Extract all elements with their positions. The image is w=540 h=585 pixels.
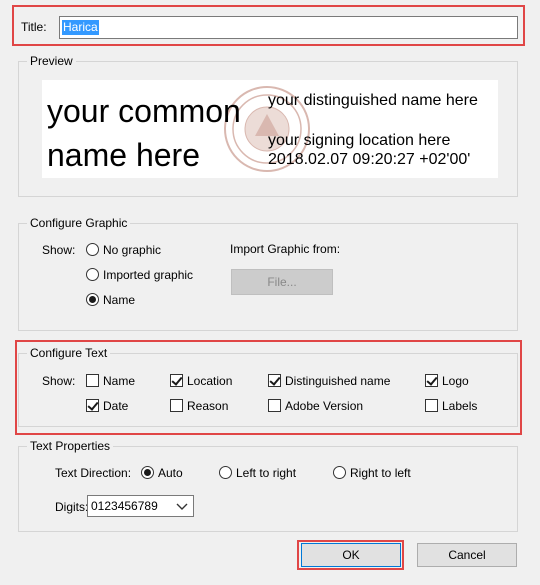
preview-pane: your common name here your distinguished…: [42, 80, 498, 178]
checkbox-logo[interactable]: [425, 374, 438, 387]
checkbox-reason-label: Reason: [187, 399, 229, 413]
checkbox-date-label: Date: [103, 399, 129, 413]
preview-location: your signing location here: [268, 132, 451, 149]
configure-text-title: Configure Text: [27, 346, 111, 360]
checkbox-labels[interactable]: [425, 399, 438, 412]
configure-text-group: Configure Text: [18, 346, 518, 427]
radio-imported-graphic[interactable]: [86, 268, 99, 281]
ok-button[interactable]: OK: [301, 543, 401, 567]
import-graphic-label: Import Graphic from:: [230, 242, 341, 256]
text-properties-title: Text Properties: [27, 439, 114, 453]
checkbox-location-label: Location: [187, 374, 233, 388]
checkbox-distinguished-name-label: Distinguished name: [285, 374, 391, 388]
configure-graphic-title: Configure Graphic: [27, 216, 131, 230]
radio-imported-graphic-label: Imported graphic: [103, 268, 194, 282]
radio-direction-auto[interactable]: [141, 466, 154, 479]
preview-distinguished-name: your distinguished name here: [268, 92, 478, 109]
checkbox-adobe-version[interactable]: [268, 399, 281, 412]
radio-direction-rtl[interactable]: [333, 466, 346, 479]
graphic-show-label: Show:: [42, 243, 76, 257]
checkbox-logo-label: Logo: [442, 374, 469, 388]
checkbox-name-label: Name: [103, 374, 136, 388]
checkbox-date[interactable]: [86, 399, 99, 412]
file-button[interactable]: File...: [231, 269, 333, 295]
chevron-down-icon: [176, 503, 188, 510]
checkbox-name[interactable]: [86, 374, 99, 387]
checkbox-reason[interactable]: [170, 399, 183, 412]
radio-name[interactable]: [86, 293, 99, 306]
preview-common-name: your common name here: [47, 93, 241, 173]
checkbox-location[interactable]: [170, 374, 183, 387]
text-show-label: Show:: [42, 374, 76, 388]
radio-name-label: Name: [103, 293, 136, 307]
digits-select[interactable]: 0123456789: [87, 495, 194, 517]
digits-label: Digits:: [55, 500, 89, 514]
title-input-value: Harica: [62, 20, 99, 35]
radio-no-graphic-label: No graphic: [103, 243, 162, 257]
preview-group-title: Preview: [27, 54, 76, 68]
preview-date: 2018.02.07 09:20:27 +02'00': [268, 151, 471, 168]
checkbox-adobe-version-label: Adobe Version: [285, 399, 364, 413]
digits-select-value: 0123456789: [91, 499, 158, 513]
text-properties-group: Text Properties: [18, 439, 518, 532]
title-input[interactable]: Harica: [59, 16, 518, 39]
text-direction-label: Text Direction:: [55, 466, 132, 480]
radio-no-graphic[interactable]: [86, 243, 99, 256]
checkbox-labels-label: Labels: [442, 399, 478, 413]
radio-direction-ltr[interactable]: [219, 466, 232, 479]
radio-direction-rtl-label: Right to left: [350, 466, 411, 480]
checkbox-distinguished-name[interactable]: [268, 374, 281, 387]
cancel-button[interactable]: Cancel: [417, 543, 517, 567]
title-label: Title:: [21, 20, 47, 34]
radio-direction-auto-label: Auto: [158, 466, 183, 480]
radio-direction-ltr-label: Left to right: [236, 466, 297, 480]
